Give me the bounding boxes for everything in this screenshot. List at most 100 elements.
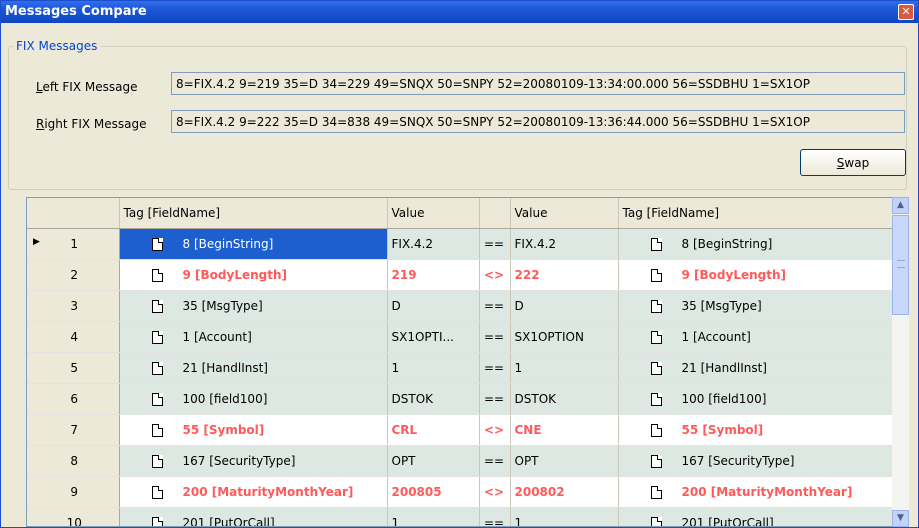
scroll-down-icon[interactable]: ▼ [892, 510, 909, 527]
right-tag-cell[interactable]: 9 [BodyLength] [618, 259, 892, 291]
left-tag-cell[interactable]: 1 [Account] [119, 321, 388, 353]
left-tag-cell[interactable]: 9 [BodyLength] [119, 259, 388, 291]
table-row[interactable]: 8 167 [SecurityType] OPT == OPT 167 [Security… [27, 445, 892, 477]
right-tag-cell[interactable]: 1 [Account] [618, 321, 892, 353]
header-op[interactable] [479, 198, 511, 229]
document-icon [650, 486, 662, 499]
left-message-label: Left FIX Message [36, 80, 138, 94]
header-left-tag[interactable]: Tag [FieldName] [119, 198, 388, 229]
document-icon [151, 393, 163, 406]
messages-compare-window: Messages Compare ✕ FIX Messages Left FIX… [0, 0, 919, 528]
left-value-cell[interactable]: D [387, 290, 480, 322]
scroll-up-icon[interactable]: ▲ [892, 197, 909, 214]
right-value-cell[interactable]: OPT [510, 445, 619, 477]
vertical-scrollbar[interactable]: ▲ ▼ [892, 197, 909, 527]
document-icon [650, 362, 662, 375]
row-number[interactable]: ▶ 1 [27, 228, 120, 260]
swap-button[interactable]: Swap [800, 149, 906, 176]
table-row[interactable]: 41 [Account] SX1OPTI... == SX1OPTION 1 [Acco… [27, 321, 892, 353]
right-tag-cell[interactable]: 21 [HandlInst] [618, 352, 892, 384]
right-tag-cell[interactable]: 8 [BeginString] [618, 228, 892, 260]
left-value-cell[interactable]: FIX.4.2 [387, 228, 480, 260]
right-value-cell[interactable]: 1 [510, 507, 619, 526]
right-value-cell[interactable]: 222 [510, 259, 619, 291]
left-value-cell[interactable]: 219 [387, 259, 480, 291]
left-tag-cell[interactable]: 35 [MsgType] [119, 290, 388, 322]
document-icon [151, 331, 163, 344]
table-row[interactable]: 3 35 [MsgType] D == D 35 [MsgType] [27, 290, 892, 322]
right-tag-cell[interactable]: 35 [MsgType] [618, 290, 892, 322]
left-value-cell[interactable]: OPT [387, 445, 480, 477]
left-tag-cell[interactable]: 21 [HandlInst] [119, 352, 388, 384]
grid-header: Tag [FieldName] Value Value Tag [FieldNa… [27, 198, 892, 229]
compare-op-cell: <> [479, 414, 511, 446]
header-rownum [27, 198, 120, 229]
document-icon [151, 424, 163, 437]
left-fix-message-field[interactable]: 8=FIX.4.2 9=219 35=D 34=229 49=SNQX 50=S… [171, 72, 905, 95]
row-number[interactable]: 5 [27, 352, 120, 384]
right-value-cell[interactable]: CNE [510, 414, 619, 446]
right-value-cell[interactable]: 200802 [510, 476, 619, 508]
table-row[interactable]: 10 201 [PutOrCall] 1 == 1 201 [PutOrCall] [27, 507, 892, 526]
right-message-label: Right FIX Message [36, 117, 147, 131]
compare-op-cell: <> [479, 259, 511, 291]
compare-op-cell: == [479, 445, 511, 477]
document-icon [650, 269, 662, 282]
current-row-arrow-icon: ▶ [33, 237, 40, 247]
left-tag-cell[interactable]: 8 [BeginString] [119, 228, 388, 260]
right-tag-cell[interactable]: 100 [field100] [618, 383, 892, 415]
title-bar[interactable]: Messages Compare ✕ [1, 1, 918, 23]
document-icon [650, 300, 662, 313]
row-number[interactable]: 9 [27, 476, 120, 508]
close-icon[interactable]: ✕ [898, 4, 914, 20]
left-tag-cell[interactable]: 201 [PutOrCall] [119, 507, 388, 526]
compare-grid[interactable]: Tag [FieldName] Value Value Tag [FieldNa… [26, 197, 893, 527]
compare-op-cell: == [479, 321, 511, 353]
row-number[interactable]: 6 [27, 383, 120, 415]
compare-op-cell: == [479, 228, 511, 260]
document-icon [650, 331, 662, 344]
scroll-thumb[interactable] [892, 215, 909, 315]
right-tag-cell[interactable]: 167 [SecurityType] [618, 445, 892, 477]
left-tag-cell[interactable]: 167 [SecurityType] [119, 445, 388, 477]
compare-op-cell: == [479, 290, 511, 322]
row-number[interactable]: 2 [27, 259, 120, 291]
left-tag-cell[interactable]: 200 [MaturityMonthYear] [119, 476, 388, 508]
left-value-cell[interactable]: 200805 [387, 476, 480, 508]
row-number[interactable]: 4 [27, 321, 120, 353]
compare-op-cell: == [479, 507, 511, 526]
left-value-cell[interactable]: 1 [387, 352, 480, 384]
row-number[interactable]: 10 [27, 507, 120, 526]
left-value-cell[interactable]: CRL [387, 414, 480, 446]
left-value-cell[interactable]: SX1OPTI... [387, 321, 480, 353]
left-tag-cell[interactable]: 55 [Symbol] [119, 414, 388, 446]
left-tag-cell[interactable]: 100 [field100] [119, 383, 388, 415]
header-left-value[interactable]: Value [387, 198, 480, 229]
right-tag-cell[interactable]: 200 [MaturityMonthYear] [618, 476, 892, 508]
table-row[interactable]: 29 [BodyLength] 219 <> 222 9 [BodyLength] [27, 259, 892, 291]
table-row[interactable]: 6 100 [field100] DSTOK == DSTOK 100 [field100… [27, 383, 892, 415]
header-right-tag[interactable]: Tag [FieldName] [618, 198, 892, 229]
table-row[interactable]: 7 55 [Symbol] CRL <> CNE 55 [Symbol] [27, 414, 892, 446]
right-value-cell[interactable]: DSTOK [510, 383, 619, 415]
right-value-cell[interactable]: 1 [510, 352, 619, 384]
right-value-cell[interactable]: D [510, 290, 619, 322]
header-right-value[interactable]: Value [510, 198, 619, 229]
right-value-cell[interactable]: FIX.4.2 [510, 228, 619, 260]
right-tag-cell[interactable]: 201 [PutOrCall] [618, 507, 892, 526]
right-fix-message-field[interactable]: 8=FIX.4.2 9=222 35=D 34=838 49=SNQX 50=S… [171, 110, 905, 133]
row-number[interactable]: 3 [27, 290, 120, 322]
document-icon [650, 517, 662, 526]
table-row[interactable]: 5 21 [HandlInst] 1 == 1 21 [HandlInst] [27, 352, 892, 384]
document-icon [650, 424, 662, 437]
compare-op-cell: <> [479, 476, 511, 508]
row-number[interactable]: 7 [27, 414, 120, 446]
table-row[interactable]: 9 200 [MaturityMonthYear] 200805 <> 200802 20… [27, 476, 892, 508]
grip-icon [897, 260, 905, 268]
right-tag-cell[interactable]: 55 [Symbol] [618, 414, 892, 446]
left-value-cell[interactable]: 1 [387, 507, 480, 526]
right-value-cell[interactable]: SX1OPTION [510, 321, 619, 353]
left-value-cell[interactable]: DSTOK [387, 383, 480, 415]
table-row[interactable]: ▶ 1 8 [BeginString] FIX.4.2 == FIX.4.2 8 [Begi… [27, 228, 892, 260]
row-number[interactable]: 8 [27, 445, 120, 477]
